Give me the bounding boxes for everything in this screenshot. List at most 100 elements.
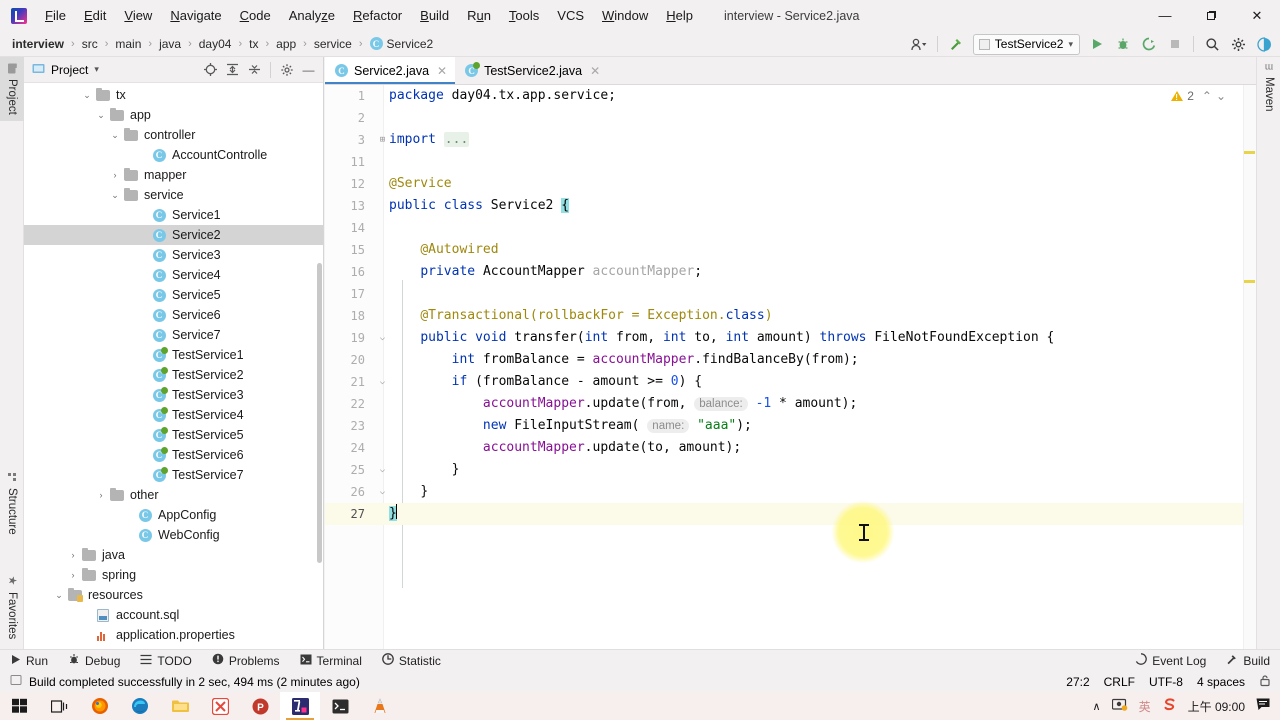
tree-node-resources[interactable]: ⌄ resources	[24, 585, 323, 605]
project-settings-gear-icon[interactable]	[276, 60, 297, 80]
tool-tab-structure[interactable]: Structure	[0, 467, 24, 541]
bottom-tab-build[interactable]: Build	[1216, 653, 1280, 668]
chevron-down-icon[interactable]: ⌄	[108, 185, 122, 205]
tree-node-service1[interactable]: C Service1	[24, 205, 323, 225]
caret-position[interactable]: 27:2	[1066, 675, 1089, 689]
code-line-11[interactable]: 11	[325, 151, 1256, 173]
vlc-icon[interactable]	[360, 692, 400, 720]
editor-tab-testservice2-java[interactable]: C TestService2.java ✕	[455, 57, 609, 84]
maximize-button[interactable]	[1188, 0, 1234, 31]
tree-node-service4[interactable]: C Service4	[24, 265, 323, 285]
editor-marker-track[interactable]	[1243, 85, 1256, 649]
xmind-icon[interactable]	[200, 692, 240, 720]
next-problem-icon[interactable]: ⌄	[1216, 89, 1226, 103]
file-encoding[interactable]: UTF-8	[1149, 675, 1183, 689]
code-line-21[interactable]: 21 ⌵ if (fromBalance - amount >= 0) {	[325, 371, 1256, 393]
menu-item-run[interactable]: Run	[458, 4, 500, 27]
tree-node-mapper[interactable]: › mapper	[24, 165, 323, 185]
run-with-coverage-button[interactable]	[1137, 33, 1161, 55]
bottom-tab-debug[interactable]: Debug	[58, 653, 130, 668]
tray-chevron-icon[interactable]: ∧	[1093, 700, 1101, 713]
editor-tab-service2-java[interactable]: C Service2.java ✕	[325, 57, 456, 84]
collapse-all-icon[interactable]	[244, 60, 265, 80]
code-editor[interactable]: 1 package day04.tx.app.service; 2 3 ⊞ import …	[325, 85, 1256, 649]
menu-item-tools[interactable]: Tools	[500, 4, 548, 27]
notification-icon[interactable]	[1256, 698, 1270, 714]
tree-node-service5[interactable]: C Service5	[24, 285, 323, 305]
code-line-18[interactable]: 18 @Transactional(rollbackFor = Exceptio…	[325, 305, 1256, 327]
tree-node-service7[interactable]: C Service7	[24, 325, 323, 345]
ime-indicator[interactable]: 英	[1139, 698, 1151, 715]
run-configuration-selector[interactable]: TestService2 ▾	[972, 33, 1080, 55]
code-line-13[interactable]: 13 public class Service2 {	[325, 195, 1256, 217]
user-icon[interactable]	[907, 33, 931, 55]
hide-panel-icon[interactable]: —	[298, 60, 319, 80]
run-button[interactable]	[1085, 33, 1109, 55]
menu-item-code[interactable]: Code	[231, 4, 280, 27]
code-line-16[interactable]: 16 private AccountMapper accountMapper;	[325, 261, 1256, 283]
tree-node-service3[interactable]: C Service3	[24, 245, 323, 265]
chevron-right-icon[interactable]: ›	[108, 165, 122, 185]
menu-item-refactor[interactable]: Refactor	[344, 4, 411, 27]
menu-item-vcs[interactable]: VCS	[548, 4, 593, 27]
code-line-20[interactable]: 20 int fromBalance = accountMapper.findB…	[325, 349, 1256, 371]
tree-node-service[interactable]: ⌄ service	[24, 185, 323, 205]
terminal-icon[interactable]	[320, 692, 360, 720]
tree-node-service2[interactable]: C Service2	[24, 225, 323, 245]
close-button[interactable]: ✕	[1234, 0, 1280, 31]
project-tree[interactable]: ⌄ tx ⌄ app ⌄ controller C AccountControlle › mapp…	[24, 83, 323, 649]
tree-node-accountcontrolle[interactable]: C AccountControlle	[24, 145, 323, 165]
tree-node-testservice6[interactable]: C TestService6	[24, 445, 323, 465]
powerpoint-icon[interactable]: P	[240, 692, 280, 720]
line-separator[interactable]: CRLF	[1104, 675, 1135, 689]
prev-problem-icon[interactable]: ⌃	[1202, 89, 1212, 103]
code-line-27[interactable]: 27}	[325, 503, 1256, 525]
menu-item-view[interactable]: View	[115, 4, 161, 27]
marker-warning[interactable]	[1244, 151, 1255, 154]
code-line-1[interactable]: 1 package day04.tx.app.service;	[325, 85, 1256, 107]
breadcrumb-item-day04[interactable]: day04	[196, 36, 235, 52]
locate-icon[interactable]	[200, 60, 221, 80]
tree-node-testservice4[interactable]: C TestService4	[24, 405, 323, 425]
breadcrumb-item-class[interactable]: C Service2	[367, 36, 437, 52]
fold-collapse-icon[interactable]: ⌵	[377, 459, 388, 481]
code-line-25[interactable]: 25 ⌵ }	[325, 459, 1256, 481]
menu-item-window[interactable]: Window	[593, 4, 657, 27]
menu-item-analyze[interactable]: Analyze	[280, 4, 344, 27]
tree-node-service6[interactable]: C Service6	[24, 305, 323, 325]
bottom-tab-problems[interactable]: Problems	[202, 653, 290, 668]
tool-tab-favorites[interactable]: ★ Favorites	[0, 568, 24, 645]
debug-button[interactable]	[1111, 33, 1135, 55]
code-line-2[interactable]: 2	[325, 107, 1256, 129]
firefox-icon[interactable]	[80, 692, 120, 720]
bottom-tab-terminal[interactable]: Terminal	[290, 654, 372, 668]
edge-icon[interactable]	[120, 692, 160, 720]
tool-tab-maven[interactable]: m Maven	[1257, 57, 1280, 117]
chevron-down-icon[interactable]: ⌄	[80, 85, 94, 105]
build-hammer-icon[interactable]	[944, 33, 968, 55]
clock[interactable]: 上午 09:00	[1188, 698, 1245, 715]
search-everywhere-icon[interactable]	[1200, 33, 1224, 55]
tree-node-tx[interactable]: ⌄ tx	[24, 85, 323, 105]
tree-node-account-sql[interactable]: account.sql	[24, 605, 323, 625]
menu-item-navigate[interactable]: Navigate	[161, 4, 230, 27]
start-button[interactable]	[0, 692, 40, 720]
tree-node-testservice2[interactable]: C TestService2	[24, 365, 323, 385]
intellij-idea-icon[interactable]	[280, 692, 320, 720]
fold-collapse-icon[interactable]: ⌵	[377, 371, 388, 393]
code-line-26[interactable]: 26 ⌵ }	[325, 481, 1256, 503]
chevron-down-icon[interactable]: ⌄	[108, 125, 122, 145]
chevron-right-icon[interactable]: ›	[94, 485, 108, 505]
fold-expand-icon[interactable]: ⊞	[377, 129, 388, 151]
file-explorer-icon[interactable]	[160, 692, 200, 720]
code-line-17[interactable]: 17	[325, 283, 1256, 305]
expand-all-icon[interactable]	[222, 60, 243, 80]
bottom-tab-run[interactable]: Run	[0, 654, 58, 668]
tree-node-webconfig[interactable]: C WebConfig	[24, 525, 323, 545]
fold-collapse-icon[interactable]: ⌵	[377, 481, 388, 503]
task-view-button[interactable]	[40, 692, 80, 720]
tool-tab-project[interactable]: Project	[0, 57, 24, 121]
code-line-24[interactable]: 24 accountMapper.update(to, amount);	[325, 437, 1256, 459]
tree-node-application-properties[interactable]: application.properties	[24, 625, 323, 645]
inspection-widget[interactable]: 2 ⌃ ⌄	[1171, 89, 1226, 103]
